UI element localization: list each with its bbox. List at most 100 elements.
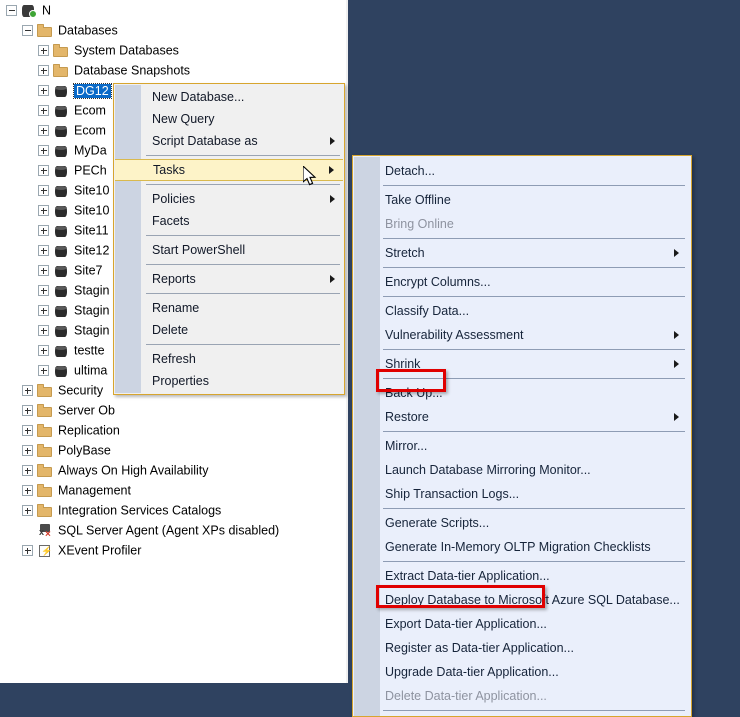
- expand-icon[interactable]: [38, 205, 49, 217]
- collapse-icon[interactable]: [6, 5, 17, 17]
- menu-item-mirror[interactable]: Mirror...: [353, 434, 691, 458]
- menu-item-detach[interactable]: Detach...: [353, 159, 691, 183]
- menu-item-label: Delete: [152, 323, 189, 337]
- collapse-icon[interactable]: [22, 25, 33, 37]
- folder-icon: [37, 443, 53, 459]
- menu-item-register-as-data-tier-application[interactable]: Register as Data-tier Application...: [353, 636, 691, 660]
- tree-node-integration-services-catalogs[interactable]: Integration Services Catalogs: [0, 500, 348, 520]
- expand-icon[interactable]: [38, 225, 49, 237]
- tree-node-label: Site12: [74, 243, 110, 258]
- menu-item-properties[interactable]: Properties: [114, 370, 344, 392]
- tasks-submenu[interactable]: Detach... Take Offline Bring Online Stretch…: [352, 155, 692, 717]
- menu-item-label: Ship Transaction Logs...: [385, 487, 520, 501]
- expand-icon[interactable]: [38, 365, 49, 377]
- tree-node-replication[interactable]: Replication: [0, 420, 348, 440]
- menu-item-new-query[interactable]: New Query: [114, 108, 344, 130]
- menu-item-launch-database-mirroring-monitor[interactable]: Launch Database Mirroring Monitor...: [353, 458, 691, 482]
- tree-scroll-gutter[interactable]: [346, 0, 348, 683]
- tree-node-n[interactable]: N: [0, 0, 348, 20]
- expand-icon[interactable]: [38, 125, 49, 137]
- tree-node-label: Databases: [58, 23, 118, 38]
- expand-icon[interactable]: [38, 305, 49, 317]
- menu-separator: [383, 431, 685, 432]
- tree-node-sql-server-agent-agent-xps-disabled[interactable]: × SQL Server Agent (Agent XPs disabled): [0, 520, 348, 540]
- menu-item-take-offline[interactable]: Take Offline: [353, 188, 691, 212]
- tree-node-label: Site11: [74, 223, 109, 238]
- menu-item-deploy-database-to-microsoft-azure-sql-database[interactable]: Deploy Database to Microsoft Azure SQL D…: [353, 588, 691, 612]
- menu-item-extract-data-tier-application[interactable]: Extract Data-tier Application...: [353, 564, 691, 588]
- expand-icon[interactable]: [38, 145, 49, 157]
- menu-item-back-up[interactable]: Back Up...: [353, 381, 691, 405]
- menu-item-script-database-as[interactable]: Script Database as: [114, 130, 344, 152]
- tree-node-label: Replication: [58, 423, 120, 438]
- menu-item-reports[interactable]: Reports: [114, 268, 344, 290]
- tree-node-label: Integration Services Catalogs: [58, 503, 222, 518]
- menu-item-policies[interactable]: Policies: [114, 188, 344, 210]
- database-icon: [53, 243, 69, 259]
- menu-item-refresh[interactable]: Refresh: [114, 348, 344, 370]
- folder-icon: [37, 503, 53, 519]
- expand-icon[interactable]: [38, 165, 49, 177]
- expand-icon[interactable]: [22, 385, 33, 397]
- tree-node-system-databases[interactable]: System Databases: [0, 40, 348, 60]
- menu-item-ship-transaction-logs[interactable]: Ship Transaction Logs...: [353, 482, 691, 506]
- menu-item-classify-data[interactable]: Classify Data...: [353, 299, 691, 323]
- menu-separator: [146, 264, 340, 265]
- menu-item-rename[interactable]: Rename: [114, 297, 344, 319]
- menu-item-label: Encrypt Columns...: [385, 275, 491, 289]
- tree-node-database-snapshots[interactable]: Database Snapshots: [0, 60, 348, 80]
- tree-node-server-ob[interactable]: Server Ob: [0, 400, 348, 420]
- database-context-menu[interactable]: New Database... New Query Script Database …: [113, 83, 345, 395]
- expand-icon[interactable]: [22, 405, 33, 417]
- menu-item-new-database[interactable]: New Database...: [114, 86, 344, 108]
- menu-separator: [383, 710, 685, 711]
- menu-item-shrink[interactable]: Shrink: [353, 352, 691, 376]
- expand-icon[interactable]: [38, 65, 49, 77]
- expand-icon[interactable]: [38, 85, 49, 97]
- mouse-cursor: [302, 164, 319, 188]
- menu-item-restore[interactable]: Restore: [353, 405, 691, 429]
- tree-node-label: Stagin: [74, 323, 110, 338]
- menu-item-vulnerability-assessment[interactable]: Vulnerability Assessment: [353, 323, 691, 347]
- menu-item-generate-in-memory-oltp-migration-checklists[interactable]: Generate In-Memory OLTP Migration Checkl…: [353, 535, 691, 559]
- expand-icon[interactable]: [22, 505, 33, 517]
- tree-node-label: Database Snapshots: [74, 63, 191, 78]
- expand-icon[interactable]: [22, 465, 33, 477]
- expand-icon[interactable]: [38, 185, 49, 197]
- menu-item-label: Refresh: [152, 352, 196, 366]
- expand-icon[interactable]: [38, 285, 49, 297]
- database-icon: [53, 203, 69, 219]
- menu-item-export-data-tier-application[interactable]: Export Data-tier Application...: [353, 612, 691, 636]
- tree-node-always-on-high-availability[interactable]: Always On High Availability: [0, 460, 348, 480]
- expand-icon[interactable]: [22, 425, 33, 437]
- folder-icon: [53, 43, 69, 59]
- menu-item-delete[interactable]: Delete: [114, 319, 344, 341]
- database-icon: [53, 263, 69, 279]
- menu-separator: [383, 296, 685, 297]
- database-icon: [53, 183, 69, 199]
- expand-icon[interactable]: [38, 325, 49, 337]
- expand-icon[interactable]: [22, 545, 33, 557]
- menu-item-label: Stretch: [385, 246, 425, 260]
- xevent-icon: [37, 543, 53, 559]
- tree-node-polybase[interactable]: PolyBase: [0, 440, 348, 460]
- menu-item-facets[interactable]: Facets: [114, 210, 344, 232]
- tree-node-xevent-profiler[interactable]: XEvent Profiler: [0, 540, 348, 560]
- tree-node-databases[interactable]: Databases: [0, 20, 348, 40]
- expand-icon[interactable]: [38, 345, 49, 357]
- menu-item-encrypt-columns[interactable]: Encrypt Columns...: [353, 270, 691, 294]
- menu-item-stretch[interactable]: Stretch: [353, 241, 691, 265]
- expand-icon[interactable]: [38, 245, 49, 257]
- tree-node-management[interactable]: Management: [0, 480, 348, 500]
- menu-item-delete-data-tier-application: Delete Data-tier Application...: [353, 684, 691, 708]
- expand-icon[interactable]: [38, 45, 49, 57]
- menu-item-upgrade-data-tier-application[interactable]: Upgrade Data-tier Application...: [353, 660, 691, 684]
- menu-item-start-powershell[interactable]: Start PowerShell: [114, 239, 344, 261]
- expand-icon[interactable]: [38, 105, 49, 117]
- expand-icon[interactable]: [38, 265, 49, 277]
- expand-icon[interactable]: [22, 485, 33, 497]
- menu-item-generate-scripts[interactable]: Generate Scripts...: [353, 511, 691, 535]
- menu-item-label: Upgrade Data-tier Application...: [385, 665, 559, 679]
- expand-icon[interactable]: [22, 445, 33, 457]
- tree-node-label: N: [42, 3, 52, 18]
